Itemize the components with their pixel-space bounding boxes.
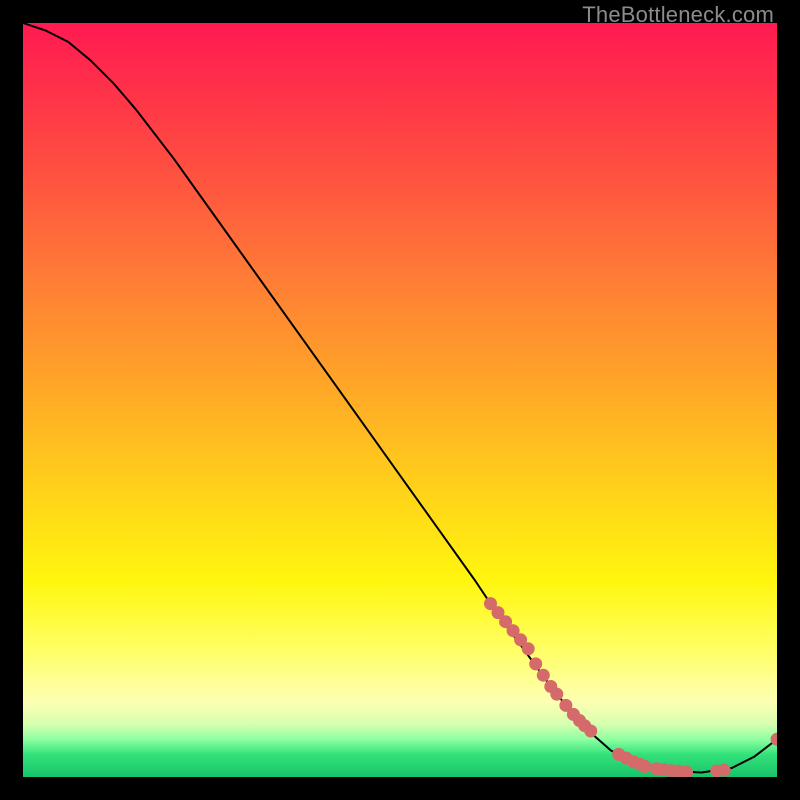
curve-marker: [584, 725, 597, 738]
curve-marker: [718, 764, 731, 777]
bottleneck-curve: [23, 23, 777, 773]
chart-stage: TheBottleneck.com: [0, 0, 800, 800]
curve-markers: [484, 597, 777, 777]
curve-marker: [639, 760, 652, 773]
plot-area: [23, 23, 777, 777]
curve-layer: [23, 23, 777, 777]
curve-marker: [522, 642, 535, 655]
curve-marker: [537, 669, 550, 682]
curve-marker: [550, 688, 563, 701]
curve-marker: [529, 657, 542, 670]
